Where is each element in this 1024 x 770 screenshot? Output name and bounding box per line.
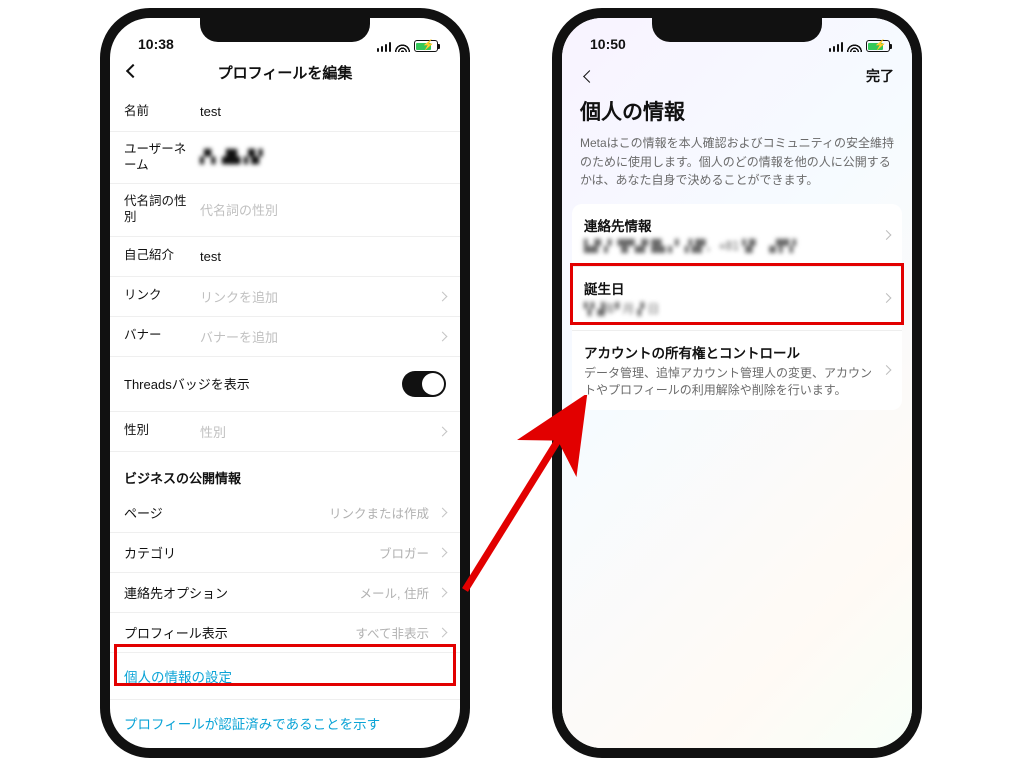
status-indicators: ⚡ — [377, 40, 439, 52]
wifi-icon — [395, 41, 410, 52]
personal-info-settings-link[interactable]: 個人の情報の設定 — [110, 653, 460, 700]
contact-options-value: メール, 住所 — [360, 583, 429, 602]
chevron-right-icon — [438, 627, 448, 637]
birthday-value: ▚▘▟年▘月▗▘日 — [584, 301, 890, 318]
pronoun-placeholder: 代名詞の性別 — [200, 200, 446, 219]
contact-info-value: ▙▟▘▞ ▜▛▚▟▘█▙▗▝ ▞▟▛, +81▝▟▘ ▗▞▛▚▘ — [584, 238, 890, 255]
cellular-icon — [377, 41, 392, 52]
page-title: 個人の情報 — [562, 92, 912, 134]
threads-badge-row: Threadsバッジを表示 — [110, 357, 460, 412]
profile-display-label: プロフィール表示 — [124, 623, 345, 642]
banner-row[interactable]: バナー バナーを追加 — [110, 317, 460, 357]
chevron-right-icon — [438, 426, 448, 436]
page-label: ページ — [124, 503, 319, 522]
back-button[interactable] — [580, 67, 598, 85]
page-row[interactable]: ページ リンクまたは作成 — [110, 493, 460, 533]
page-description: Metaはこの情報を本人確認およびコミュニティの安全維持のために使用します。個人… — [562, 134, 912, 204]
bio-label: 自己紹介 — [124, 248, 190, 264]
links-label: リンク — [124, 288, 190, 304]
threads-badge-label: Threadsバッジを表示 — [124, 374, 392, 393]
verified-profile-link[interactable]: プロフィールが認証済みであることを示す — [110, 700, 460, 746]
notch — [200, 18, 370, 42]
contact-options-row[interactable]: 連絡先オプション メール, 住所 — [110, 573, 460, 613]
links-row[interactable]: リンク リンクを追加 — [110, 277, 460, 317]
account-ownership-desc: データ管理、追悼アカウント管理人の変更、アカウントやプロフィールの利用解除や削除… — [584, 365, 890, 400]
gender-placeholder: 性別 — [200, 422, 429, 441]
chevron-right-icon — [438, 547, 448, 557]
chevron-right-icon — [438, 507, 448, 517]
chevron-right-icon — [438, 587, 448, 597]
category-value: ブロガー — [379, 543, 429, 562]
name-label: 名前 — [124, 104, 190, 120]
bio-row[interactable]: 自己紹介 test — [110, 237, 460, 277]
status-time: 10:38 — [138, 36, 174, 52]
username-label: ユーザーネーム — [124, 142, 190, 173]
screen-left: 10:38 ⚡ プロフィールを編集 名前 test ユーザーネーム ▞▚ ▟█▖… — [110, 18, 460, 748]
bio-value: test — [200, 249, 446, 264]
nav-header: プロフィールを編集 — [110, 52, 460, 92]
notch — [652, 18, 822, 42]
contact-info-row[interactable]: 連絡先情報 ▙▟▘▞ ▜▛▚▟▘█▙▗▝ ▞▟▛, +81▝▟▘ ▗▞▛▚▘ — [572, 204, 902, 267]
battery-icon: ⚡ — [414, 40, 438, 52]
account-ownership-title: アカウントの所有権とコントロール — [584, 342, 890, 362]
nav-title: プロフィールを編集 — [218, 62, 353, 83]
banner-placeholder: バナーを追加 — [200, 327, 429, 346]
done-button[interactable]: 完了 — [866, 66, 894, 86]
profile-display-value: すべて非表示 — [355, 623, 429, 642]
page-value: リンクまたは作成 — [329, 503, 429, 522]
chevron-left-icon — [126, 64, 140, 78]
phone-frame-right: 10:50 ⚡ 完了 個人の情報 Metaはこの情報を本人確認およびコミュニティ… — [552, 8, 922, 758]
birthday-row[interactable]: 誕生日 ▚▘▟年▘月▗▘日 — [572, 267, 902, 330]
name-row[interactable]: 名前 test — [110, 92, 460, 132]
header: 完了 — [562, 52, 912, 92]
cellular-icon — [829, 41, 844, 52]
links-placeholder: リンクを追加 — [200, 287, 429, 306]
gender-label: 性別 — [124, 423, 190, 439]
banner-label: バナー — [124, 328, 190, 344]
account-ownership-row[interactable]: アカウントの所有権とコントロール データ管理、追悼アカウント管理人の変更、アカウ… — [572, 331, 902, 411]
chevron-right-icon — [438, 291, 448, 301]
battery-icon: ⚡ — [866, 40, 890, 52]
contact-info-title: 連絡先情報 — [584, 215, 890, 235]
back-button[interactable] — [122, 60, 144, 82]
pronoun-label: 代名詞の性別 — [124, 194, 190, 225]
wifi-icon — [847, 41, 862, 52]
category-row[interactable]: カテゴリ ブロガー — [110, 533, 460, 573]
settings-list: 連絡先情報 ▙▟▘▞ ▜▛▚▟▘█▙▗▝ ▞▟▛, +81▝▟▘ ▗▞▛▚▘ 誕… — [572, 204, 902, 411]
category-label: カテゴリ — [124, 543, 369, 562]
name-value: test — [200, 104, 446, 119]
birthday-title: 誕生日 — [584, 278, 890, 298]
status-time: 10:50 — [590, 36, 626, 52]
business-section-title: ビジネスの公開情報 — [110, 452, 460, 493]
threads-badge-toggle[interactable] — [402, 371, 446, 397]
username-value: ▞▚ ▟█▖▞▙▘ — [200, 150, 446, 165]
chevron-left-icon — [583, 70, 596, 83]
screen-right: 10:50 ⚡ 完了 個人の情報 Metaはこの情報を本人確認およびコミュニティ… — [562, 18, 912, 748]
pronoun-row[interactable]: 代名詞の性別 代名詞の性別 — [110, 184, 460, 236]
chevron-right-icon — [438, 331, 448, 341]
contact-options-label: 連絡先オプション — [124, 583, 350, 602]
status-indicators: ⚡ — [829, 40, 891, 52]
gender-row[interactable]: 性別 性別 — [110, 412, 460, 452]
phone-frame-left: 10:38 ⚡ プロフィールを編集 名前 test ユーザーネーム ▞▚ ▟█▖… — [100, 8, 470, 758]
edit-profile-form: 名前 test ユーザーネーム ▞▚ ▟█▖▞▙▘ 代名詞の性別 代名詞の性別 … — [110, 92, 460, 748]
username-row[interactable]: ユーザーネーム ▞▚ ▟█▖▞▙▘ — [110, 132, 460, 184]
profile-display-row[interactable]: プロフィール表示 すべて非表示 — [110, 613, 460, 653]
